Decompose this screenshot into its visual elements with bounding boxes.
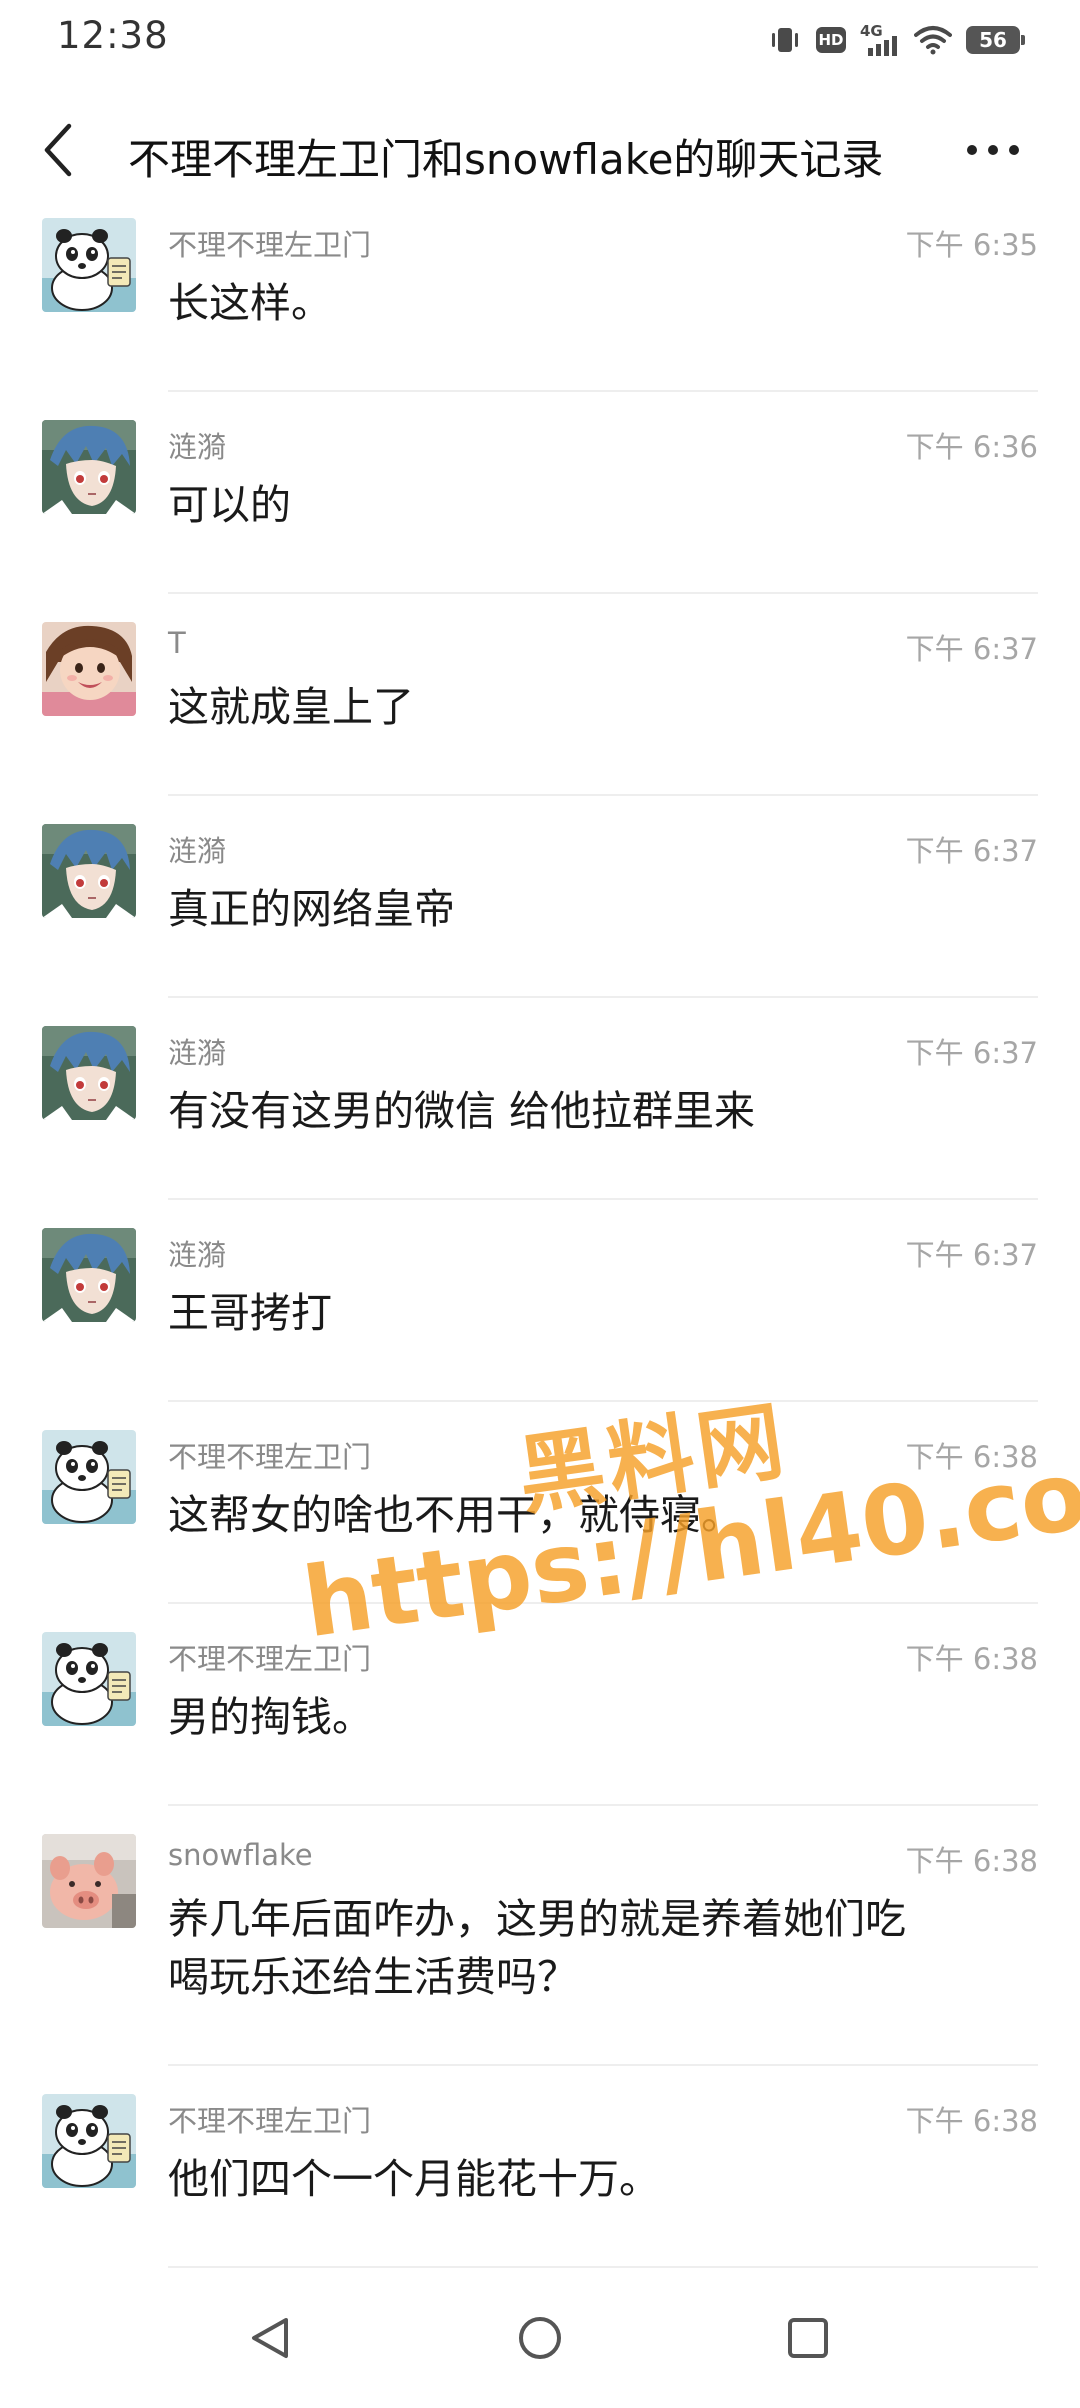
hd-icon: HD xyxy=(816,27,846,53)
message-text-line: 男的掏钱。 xyxy=(168,1693,373,1741)
message-text-line: 王哥拷打 xyxy=(168,1289,332,1337)
navigation-bar xyxy=(0,2270,1080,2408)
sender-name: 不理不理左卫门 xyxy=(168,2104,372,2138)
sender-name: snowflake xyxy=(168,1838,313,1872)
sender-name: 不理不理左卫门 xyxy=(168,1642,372,1676)
message-divider xyxy=(168,1602,1038,1604)
message-text-line: 他们四个一个月能花十万。 xyxy=(168,2155,660,2203)
message-time: 下午 6:37 xyxy=(905,834,1038,868)
message-text-line: 可以的 xyxy=(168,481,291,529)
message-text: 有没有这男的微信 给他拉群里来 xyxy=(168,1082,1008,1140)
avatar[interactable] xyxy=(42,824,136,918)
message-text: 可以的 xyxy=(168,476,1008,534)
sender-name: 涟漪 xyxy=(168,1036,227,1070)
avatar[interactable] xyxy=(42,1026,136,1120)
message-time: 下午 6:36 xyxy=(905,430,1038,464)
message-row[interactable]: 不理不理左卫门 下午 6:35 长这样。 xyxy=(0,218,1080,420)
message-divider xyxy=(168,1400,1038,1402)
page-title: 不理不理左卫门和snowflake的聊天记录 xyxy=(128,135,884,184)
nav-home-icon xyxy=(519,2317,561,2359)
message-text: 男的掏钱。 xyxy=(168,1688,1008,1746)
more-dots-icon xyxy=(967,145,1019,155)
sender-name: 不理不理左卫门 xyxy=(168,228,372,262)
message-divider xyxy=(168,2266,1038,2268)
sender-name: 不理不理左卫门 xyxy=(168,1440,372,1474)
message-text-line: 有没有这男的微信 给他拉群里来 xyxy=(168,1087,756,1135)
message-text: 这帮女的啥也不用干，就侍寝。 xyxy=(168,1486,1008,1544)
title-bar: 不理不理左卫门和snowflake的聊天记录 xyxy=(0,82,1080,218)
battery-icon: 56 xyxy=(966,26,1025,54)
message-divider xyxy=(168,1804,1038,1806)
sender-name: 涟漪 xyxy=(168,430,227,464)
message-divider xyxy=(168,2064,1038,2066)
message-text-line: 喝玩乐还给生活费吗？ xyxy=(168,1953,578,2001)
chevron-left-icon xyxy=(44,123,72,177)
message-time: 下午 6:38 xyxy=(905,2104,1038,2138)
message-time: 下午 6:35 xyxy=(905,228,1038,262)
message-row[interactable]: snowflake 下午 6:38 养几年后面咋办，这男的就是养着她们吃 喝玩乐还给生… xyxy=(0,1834,1080,2094)
sender-name: 涟漪 xyxy=(168,834,227,868)
vibrate-icon xyxy=(768,25,802,55)
message-text-line: 长这样。 xyxy=(168,279,332,327)
avatar[interactable] xyxy=(42,218,136,312)
message-text: 真正的网络皇帝 xyxy=(168,880,1008,938)
more-button[interactable] xyxy=(958,120,1028,180)
message-text-line: 真正的网络皇帝 xyxy=(168,885,455,933)
message-row[interactable]: 涟漪 下午 6:37 真正的网络皇帝 xyxy=(0,824,1080,1026)
sender-name: 涟漪 xyxy=(168,1238,227,1272)
message-text: 长这样。 xyxy=(168,274,1008,332)
message-divider xyxy=(168,592,1038,594)
message-row[interactable]: 不理不理左卫门 下午 6:38 这帮女的啥也不用干，就侍寝。 xyxy=(0,1430,1080,1632)
message-text-line: 养几年后面咋办，这男的就是养着她们吃 xyxy=(168,1895,906,1943)
message-divider xyxy=(168,794,1038,796)
status-bar: 12:38 HD 4G 56 xyxy=(0,0,1080,82)
nav-home-button[interactable] xyxy=(508,2306,572,2370)
message-divider xyxy=(168,1198,1038,1200)
avatar[interactable] xyxy=(42,622,136,716)
message-divider xyxy=(168,390,1038,392)
nav-back-button[interactable] xyxy=(238,2306,302,2370)
avatar[interactable] xyxy=(42,420,136,514)
nav-recents-button[interactable] xyxy=(776,2306,840,2370)
avatar[interactable] xyxy=(42,2094,136,2188)
message-time: 下午 6:38 xyxy=(905,1642,1038,1676)
message-time: 下午 6:37 xyxy=(905,632,1038,666)
avatar[interactable] xyxy=(42,1834,136,1928)
message-time: 下午 6:37 xyxy=(905,1238,1038,1272)
message-time: 下午 6:38 xyxy=(905,1844,1038,1878)
message-time: 下午 6:38 xyxy=(905,1440,1038,1474)
nav-recents-icon xyxy=(788,2318,828,2358)
message-text: 养几年后面咋办，这男的就是养着她们吃 喝玩乐还给生活费吗？ xyxy=(168,1890,1008,2006)
message-divider xyxy=(168,996,1038,998)
message-row[interactable]: 不理不理左卫门 下午 6:38 他们四个一个月能花十万。 xyxy=(0,2094,1080,2296)
message-text: 这就成皇上了 xyxy=(168,678,1008,736)
message-time: 下午 6:37 xyxy=(905,1036,1038,1070)
back-button[interactable] xyxy=(28,116,88,184)
message-row[interactable]: 涟漪 下午 6:37 有没有这男的微信 给他拉群里来 xyxy=(0,1026,1080,1228)
message-row[interactable]: 不理不理左卫门 下午 6:38 男的掏钱。 xyxy=(0,1632,1080,1834)
message-text-line: 这就成皇上了 xyxy=(168,683,414,731)
status-time: 12:38 xyxy=(57,14,169,57)
wifi-icon xyxy=(914,25,952,55)
status-icons: HD 4G 56 xyxy=(768,20,1025,60)
message-row[interactable]: T 下午 6:37 这就成皇上了 xyxy=(0,622,1080,824)
nav-back-icon xyxy=(252,2318,288,2358)
message-row[interactable]: 涟漪 下午 6:36 可以的 xyxy=(0,420,1080,622)
message-row[interactable]: 涟漪 下午 6:37 王哥拷打 xyxy=(0,1228,1080,1430)
message-text-line: 这帮女的啥也不用干，就侍寝。 xyxy=(168,1491,742,1539)
message-text: 王哥拷打 xyxy=(168,1284,1008,1342)
message-text: 他们四个一个月能花十万。 xyxy=(168,2150,1008,2208)
avatar[interactable] xyxy=(42,1632,136,1726)
cellular-4g-icon: 4G xyxy=(860,22,900,58)
avatar[interactable] xyxy=(42,1228,136,1322)
avatar[interactable] xyxy=(42,1430,136,1524)
sender-name: T xyxy=(168,626,186,660)
